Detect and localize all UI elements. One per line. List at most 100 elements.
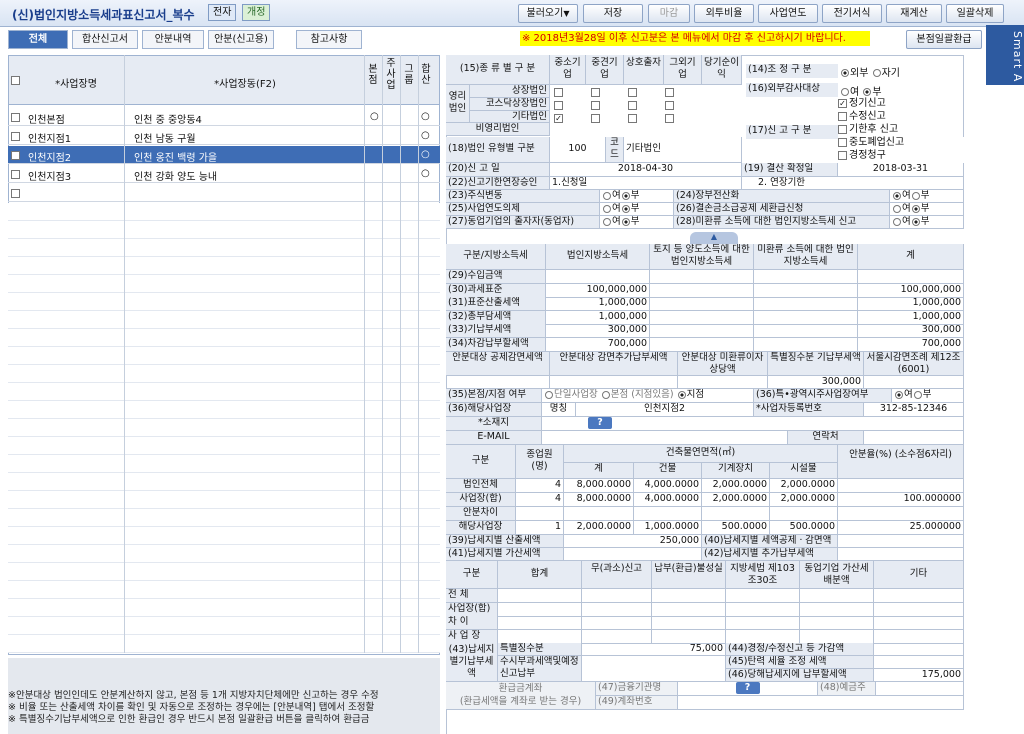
amount-cell[interactable] (800, 589, 874, 603)
land-tax-cell[interactable] (650, 310, 754, 325)
help-icon[interactable]: ? (588, 417, 612, 429)
table-row[interactable]: 인천지점3 인천 강화 양도 능내 ○ (8, 165, 440, 183)
machine-cell[interactable]: 500.0000 (702, 521, 770, 535)
amount-cell[interactable] (726, 589, 800, 603)
land-tax-cell[interactable] (650, 338, 754, 352)
collapse-icon[interactable]: ▲ (690, 232, 738, 244)
amount-cell[interactable] (498, 629, 582, 644)
tab-all[interactable]: 전체 (8, 30, 68, 49)
amount-cell[interactable] (582, 589, 652, 603)
workplace-name-field[interactable]: 인천지점2 (576, 403, 754, 417)
amount-cell[interactable] (874, 616, 964, 630)
reference-button[interactable]: 참고사항 (296, 30, 362, 49)
land-tax-cell[interactable] (650, 297, 754, 312)
amount-cell[interactable] (582, 602, 652, 617)
amount-cell[interactable] (874, 629, 964, 644)
bank-name-field[interactable]: ? (678, 682, 818, 696)
corp-tax-cell[interactable]: 700,000 (546, 338, 650, 352)
load-button[interactable]: 불러오기▼ (518, 4, 578, 23)
amount-cell[interactable] (726, 616, 800, 630)
s16-radio[interactable]: 여 부 (840, 83, 882, 98)
email-field[interactable] (542, 431, 788, 445)
building-cell[interactable]: 4,000.0000 (634, 493, 702, 507)
unrecycled-tax-cell[interactable] (754, 338, 858, 352)
account-number-field[interactable] (678, 696, 964, 710)
table-row-selected[interactable]: 인천지점2 인천 옹진 백령 가을 ○ (8, 146, 440, 164)
s17-checkboxes[interactable]: ✓ 정기신고 수정신고 기한후 신고 중도폐업신고 경정청구 (838, 97, 928, 162)
amount-cell[interactable] (874, 602, 964, 617)
facility-cell[interactable]: 2,000.0000 (770, 493, 838, 507)
amount-cell[interactable] (498, 602, 582, 617)
s35-radio[interactable]: 단일사업장 본점 (지점있음) 지점 (542, 389, 754, 403)
facility-cell[interactable] (770, 507, 838, 521)
unrecycled-tax-cell[interactable] (754, 324, 858, 339)
amount-cell[interactable] (652, 616, 726, 630)
help-icon[interactable]: ? (735, 682, 760, 694)
land-tax-cell[interactable] (650, 270, 754, 284)
employees-cell[interactable]: 1 (516, 521, 564, 535)
employees-cell[interactable]: 4 (516, 479, 564, 493)
corp-tax-cell[interactable]: 1,000,000 (546, 297, 650, 312)
tab-allocation-report[interactable]: 안분(신고용) (208, 30, 274, 49)
unrecycled-tax-cell[interactable] (754, 297, 858, 312)
employees-cell[interactable] (516, 507, 564, 521)
corp-tax-cell[interactable]: 100,000,000 (546, 283, 650, 298)
table-row[interactable]: 인천본점 인천 중 중앙동4 ○ ○ (8, 108, 440, 126)
withholding-paid[interactable]: 300,000 (768, 376, 864, 389)
employees-cell[interactable]: 4 (516, 493, 564, 507)
corp-tax-cell[interactable]: 300,000 (546, 324, 650, 339)
table-row[interactable]: 인천지점1 인천 남동 구월 ○ (8, 127, 440, 145)
facility-cell[interactable]: 500.0000 (770, 521, 838, 535)
building-cell[interactable]: 1,000.0000 (634, 521, 702, 535)
amount-cell[interactable] (582, 616, 652, 630)
s15-checkboxes[interactable]: ✓ (554, 87, 740, 135)
electronic-tag[interactable]: 전자 (208, 4, 237, 21)
amount-cell[interactable] (652, 602, 726, 617)
machine-cell[interactable] (702, 507, 770, 521)
phone-field[interactable] (864, 431, 964, 445)
unrecycled-tax-cell[interactable] (754, 310, 858, 325)
address-search[interactable]: ? (542, 417, 964, 431)
table-row[interactable] (8, 184, 440, 202)
amount-cell[interactable] (800, 629, 874, 644)
tab-consolidated[interactable]: 합산신고서 (72, 30, 138, 49)
corp-tax-cell[interactable]: 1,000,000 (546, 310, 650, 325)
select-all-checkbox[interactable] (11, 75, 22, 86)
amount-cell[interactable] (652, 629, 726, 644)
report-date-input[interactable]: 2018-04-30 (550, 163, 742, 177)
land-tax-cell[interactable] (650, 324, 754, 339)
land-tax-cell[interactable] (650, 283, 754, 298)
revision-tag[interactable]: 개정 (242, 4, 271, 21)
business-number-field[interactable]: 312-85-12346 (864, 403, 964, 417)
tab-allocation[interactable]: 안분내역 (142, 30, 204, 49)
final-payment[interactable]: 175,000 (874, 669, 964, 682)
machine-cell[interactable]: 2,000.0000 (702, 479, 770, 493)
amount-cell[interactable] (874, 589, 964, 603)
delete-all-button[interactable]: 일괄삭제 (946, 4, 1004, 23)
recalc-button[interactable]: 재계산 (886, 4, 942, 23)
s18-code-input[interactable]: 100 (550, 137, 606, 163)
close-period-button[interactable]: 마감 (648, 4, 690, 23)
unrecycled-tax-cell[interactable] (754, 270, 858, 284)
facility-cell[interactable]: 2,000.0000 (770, 479, 838, 493)
settle-date-input[interactable]: 2018-03-31 (838, 163, 964, 177)
amount-cell[interactable] (726, 629, 800, 644)
account-holder-field[interactable] (876, 682, 964, 696)
machine-cell[interactable]: 2,000.0000 (702, 493, 770, 507)
foreign-ratio-button[interactable]: 외투비율 (694, 4, 754, 23)
building-cell[interactable]: 4,000.0000 (634, 479, 702, 493)
s14-radio[interactable]: 외부 자기 (840, 64, 900, 79)
amount-cell[interactable] (800, 602, 874, 617)
corp-tax-cell[interactable] (546, 270, 650, 284)
smart-a-panel[interactable]: Smart A (986, 25, 1024, 85)
fiscal-year-button[interactable]: 사업연도 (758, 4, 818, 23)
amount-cell[interactable] (498, 616, 582, 630)
unrecycled-tax-cell[interactable] (754, 283, 858, 298)
amount-cell[interactable] (582, 629, 652, 644)
amount-cell[interactable] (498, 589, 582, 603)
batch-refund-button[interactable]: 본점일괄환급 (906, 30, 982, 49)
building-cell[interactable] (634, 507, 702, 521)
amount-cell[interactable] (726, 602, 800, 617)
save-button[interactable]: 저장 (583, 4, 643, 23)
prev-form-button[interactable]: 전기서식 (822, 4, 882, 23)
